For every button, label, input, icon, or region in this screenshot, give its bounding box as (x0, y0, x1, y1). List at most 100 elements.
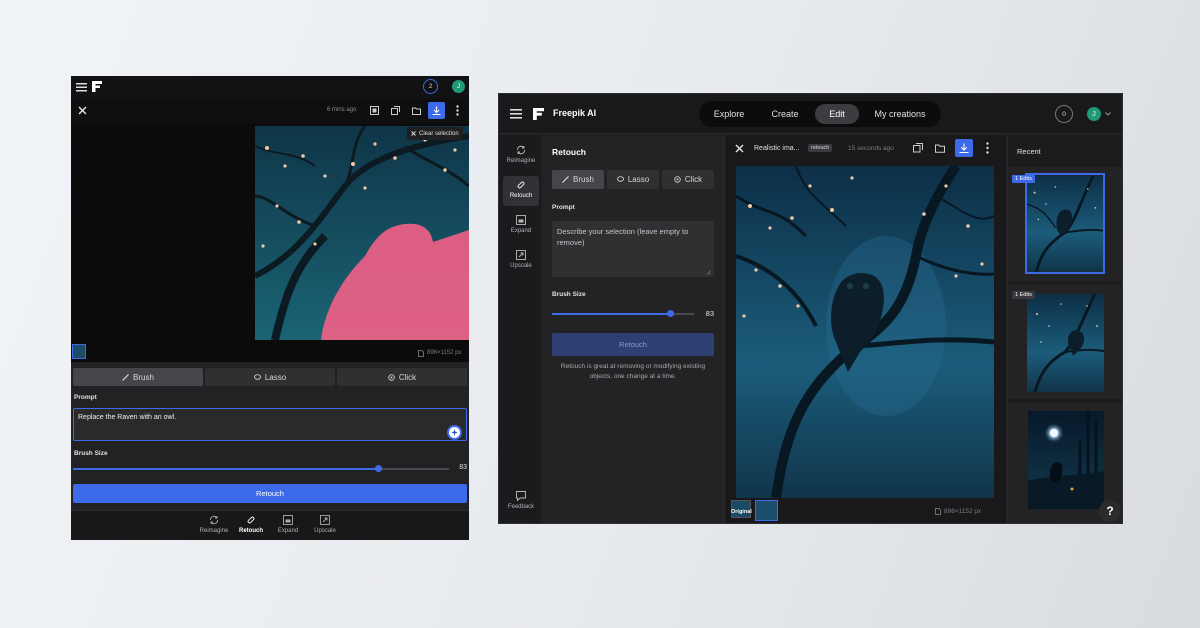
feedback-icon (516, 491, 526, 501)
download-icon (959, 143, 969, 153)
mobile-retouch-panel: Brush Lasso Click Prompt Replace the Rav… (71, 362, 469, 510)
edited-image-owl[interactable] (736, 166, 994, 498)
avatar[interactable]: J (1087, 107, 1101, 121)
brush-size-label: Brush Size (552, 291, 586, 298)
panel-title: Retouch (552, 147, 586, 157)
credits-counter[interactable]: 2 (423, 79, 438, 94)
retouch-button[interactable]: Retouch (552, 333, 714, 356)
variations-icon[interactable] (913, 143, 923, 153)
download-button[interactable] (955, 139, 973, 157)
resize-handle-icon[interactable] (706, 270, 711, 275)
retouch-icon (517, 181, 525, 189)
brush-size-slider[interactable] (552, 310, 694, 317)
mobile-image-canvas[interactable]: Clear selection 896×1152 px (71, 124, 469, 362)
image-dimensions: 896×1152 px (427, 350, 462, 356)
rail-retouch[interactable]: Retouch (503, 176, 539, 206)
variations-icon[interactable] (391, 106, 400, 115)
brush-size-value: 83 (705, 309, 714, 318)
brush-size-slider-thumb[interactable] (375, 465, 382, 472)
rail-feedback-label: Feedback (507, 504, 535, 510)
tab-create[interactable]: Create (759, 104, 811, 124)
compare-icon[interactable] (370, 106, 379, 115)
recent-item-2[interactable]: 1 Edits (1008, 285, 1122, 399)
rail-retouch-label: Retouch (509, 193, 533, 199)
nav-upscale-label: Upscale (314, 528, 336, 534)
upscale-icon (516, 250, 526, 260)
freepik-logo-icon[interactable] (92, 81, 102, 92)
rail-upscale[interactable]: Upscale (503, 246, 539, 276)
download-button[interactable] (428, 102, 445, 119)
tool-click-button[interactable]: Click (337, 368, 467, 386)
retouch-panel: Retouch Brush Lasso Click Prompt Describ… (544, 135, 725, 523)
edited-thumbnail[interactable] (755, 500, 778, 521)
rail-reimagine[interactable]: Reimagine (503, 141, 539, 171)
prompt-input[interactable]: Replace the Raven with an owl. (73, 408, 467, 441)
file-icon (418, 350, 424, 357)
tool-lasso-button[interactable]: Lasso (607, 170, 659, 189)
folder-icon[interactable] (935, 143, 945, 153)
sparkle-icon (451, 429, 458, 436)
tab-my-creations[interactable]: My creations (863, 104, 937, 124)
brush-size-label: Brush Size (74, 450, 108, 457)
chevron-down-icon[interactable] (1105, 112, 1111, 116)
nav-reimagine[interactable]: Reimagine (196, 515, 232, 534)
tab-edit[interactable]: Edit (815, 104, 859, 124)
rail-expand-label: Expand (510, 228, 532, 234)
menu-icon[interactable] (76, 82, 87, 92)
brush-size-slider[interactable] (73, 465, 449, 472)
close-icon[interactable] (78, 106, 87, 115)
nav-expand-label: Expand (277, 528, 299, 534)
tool-brush-label: Brush (133, 372, 154, 382)
freepik-logo-icon[interactable] (533, 108, 544, 120)
nav-upscale[interactable]: Upscale (307, 515, 343, 534)
tool-click-button[interactable]: Click (662, 170, 714, 189)
prompt-input[interactable]: Describe your selection (leave empty to … (552, 221, 714, 277)
retouch-icon (247, 516, 255, 524)
edited-image-with-mask[interactable] (255, 126, 469, 340)
recent-thumbnail-2[interactable] (1027, 294, 1104, 392)
retouch-button[interactable]: Retouch (73, 484, 467, 503)
tool-brush-button[interactable]: Brush (73, 368, 203, 386)
menu-icon[interactable] (510, 108, 522, 119)
rail-upscale-label: Upscale (510, 263, 532, 269)
image-viewer: Realistic ima... retouch 15 seconds ago (726, 135, 1006, 523)
rail-expand[interactable]: Expand (503, 211, 539, 241)
prompt-text: Replace the Raven with an owl. (78, 414, 177, 421)
recent-title: Recent (1017, 147, 1041, 156)
nav-retouch-label: Retouch (239, 528, 263, 534)
brush-icon (122, 373, 129, 381)
click-icon (388, 373, 395, 381)
history-thumbnail[interactable] (72, 344, 86, 359)
recent-thumbnail-3[interactable] (1028, 411, 1104, 509)
help-button[interactable]: ? (1099, 500, 1121, 522)
mobile-bottom-nav: Reimagine Retouch Expand Upscale (71, 510, 469, 540)
close-icon[interactable] (735, 144, 744, 153)
credits-counter[interactable]: 0 (1055, 105, 1073, 123)
tab-explore[interactable]: Explore (703, 104, 755, 124)
folder-icon[interactable] (412, 106, 421, 115)
more-options-icon[interactable] (986, 142, 989, 154)
expand-icon (516, 215, 526, 225)
more-options-icon[interactable] (456, 105, 459, 116)
brush-icon (562, 176, 569, 183)
clear-selection-button[interactable]: Clear selection (407, 127, 463, 140)
clear-selection-label: Clear selection (419, 130, 459, 137)
nav-retouch[interactable]: Retouch (233, 515, 269, 534)
image-dimensions: 896×1152 px (944, 508, 982, 515)
avatar-initial: J (456, 83, 461, 90)
mobile-screenshot: 2 J 6 mins ago Clear selection 896×1152 … (71, 76, 469, 540)
recent-thumbnail-1[interactable] (1025, 173, 1105, 274)
tool-lasso-button[interactable]: Lasso (205, 368, 335, 386)
avatar[interactable]: J (452, 80, 465, 93)
expand-icon (283, 515, 293, 525)
prompt-assistant-button[interactable] (447, 425, 462, 440)
brush-size-slider-thumb[interactable] (667, 310, 674, 317)
prompt-label: Prompt (74, 394, 97, 401)
original-label: Original (731, 509, 752, 515)
image-tag-badge: retouch (808, 144, 833, 152)
recent-item-1[interactable]: 1 Edits (1008, 167, 1122, 281)
nav-expand[interactable]: Expand (270, 515, 306, 534)
credits-value: 0 (1062, 110, 1066, 118)
tool-brush-button[interactable]: Brush (552, 170, 604, 189)
rail-feedback[interactable]: Feedback (503, 487, 539, 517)
